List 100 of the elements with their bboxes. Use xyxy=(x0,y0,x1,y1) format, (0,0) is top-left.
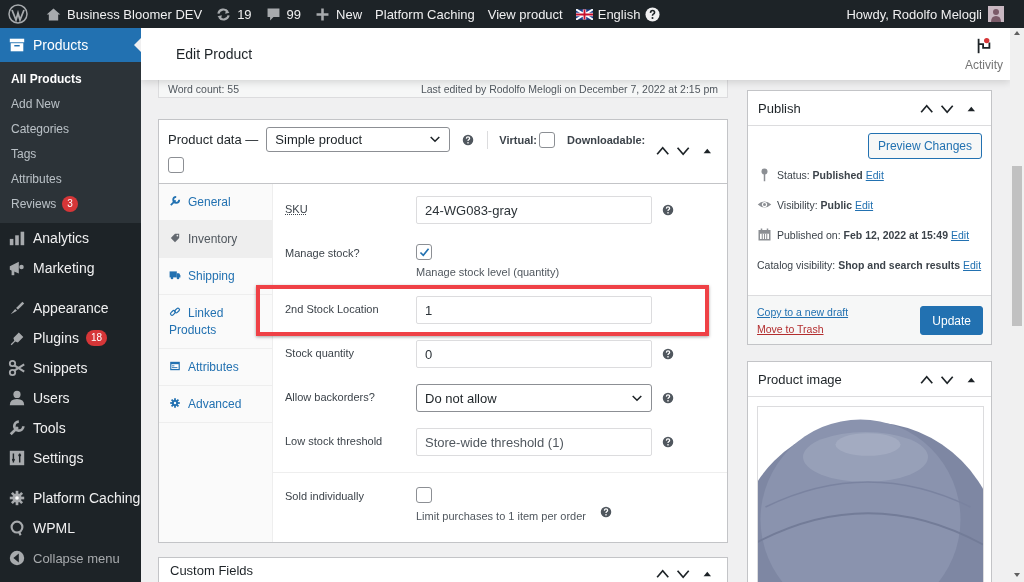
collapse-menu-button[interactable]: Collapse menu xyxy=(33,550,120,566)
checkbox[interactable] xyxy=(416,244,432,260)
bar-chart-icon xyxy=(8,229,26,247)
panel-title: Product image xyxy=(758,371,842,387)
admin-bar-link[interactable]: New xyxy=(336,6,363,22)
megaphone-icon xyxy=(8,259,26,277)
panel-title: Product data — xyxy=(168,132,259,147)
submenu-item[interactable]: Tags xyxy=(11,146,37,161)
text-field[interactable]: 24-WG083-gray xyxy=(416,196,652,224)
admin-bar-link[interactable]: 19 xyxy=(237,6,252,22)
gear-icon xyxy=(8,489,26,507)
tab[interactable]: Attributes xyxy=(159,349,272,386)
text-field[interactable]: 0 xyxy=(416,340,652,368)
text-field[interactable]: Store-wide threshold (1) xyxy=(416,428,652,456)
count-badge: 18 xyxy=(85,330,108,346)
activity-label[interactable]: Activity xyxy=(965,57,1003,72)
admin-bar-link[interactable]: Platform Caching xyxy=(375,6,475,22)
tab[interactable]: Inventory xyxy=(159,221,272,258)
word-count: Word count: 55 xyxy=(168,82,239,95)
person-icon xyxy=(8,389,26,407)
edit-link[interactable]: Edit xyxy=(865,169,884,181)
box-icon xyxy=(8,36,26,54)
publish-info-text: Visibility: Public Edit xyxy=(777,198,874,213)
gear-icon xyxy=(169,397,181,409)
submenu-item[interactable]: Categories xyxy=(11,121,70,136)
help-icon[interactable] xyxy=(462,133,475,146)
admin-bar-link[interactable]: English xyxy=(597,6,641,22)
help-icon[interactable] xyxy=(599,506,612,518)
menu-item[interactable]: Products xyxy=(0,28,141,62)
menu-item[interactable]: Analytics xyxy=(0,223,141,253)
checkbox[interactable] xyxy=(539,131,556,148)
flag-icon[interactable] xyxy=(975,36,993,55)
submenu-item[interactable]: Add New xyxy=(11,96,60,111)
update-button[interactable]: Update xyxy=(920,306,983,335)
caret-icon xyxy=(631,393,643,403)
help-icon[interactable] xyxy=(662,348,674,360)
sliders-icon xyxy=(8,449,26,467)
submenu-item[interactable]: Attributes xyxy=(11,171,62,186)
copy-to-draft-link[interactable]: Copy to a new draft xyxy=(757,306,849,318)
tag-icon xyxy=(169,232,181,244)
field-label: Sold individually xyxy=(285,489,365,504)
virtual-label: Virtual: xyxy=(499,133,538,146)
menu-item[interactable]: Marketing xyxy=(0,253,141,283)
edit-link[interactable]: Edit xyxy=(855,199,874,211)
panel-title: Publish xyxy=(758,100,801,116)
scrollbar-thumb[interactable] xyxy=(1012,166,1022,326)
checkbox[interactable] xyxy=(416,487,432,503)
wrench-icon xyxy=(169,195,181,207)
panel-title: Custom Fields xyxy=(170,563,254,580)
avatar-icon[interactable] xyxy=(988,6,1004,22)
field-label: Stock quantity xyxy=(285,346,356,361)
menu-item[interactable]: Snippets xyxy=(0,353,141,383)
admin-bar-link[interactable]: Business Bloomer DEV xyxy=(67,6,203,22)
caret-icon xyxy=(429,135,442,144)
publish-info-text: Status: Published Edit xyxy=(777,168,884,183)
field-description: Manage stock level (quantity) xyxy=(416,265,560,278)
help-icon[interactable] xyxy=(662,204,674,216)
scissors-icon xyxy=(8,359,26,377)
menu-item[interactable]: WPML xyxy=(0,513,141,543)
publish-info-text: Catalog visibility: Shop and search results Edit xyxy=(757,258,982,273)
preview-changes-button[interactable]: Preview Changes xyxy=(867,133,982,159)
ring-icon xyxy=(8,519,26,537)
field-label: Low stock threshold xyxy=(285,434,384,449)
checkbox[interactable] xyxy=(168,157,184,173)
link-icon xyxy=(169,306,181,318)
tab[interactable]: Advanced xyxy=(159,386,272,423)
menu-item[interactable]: Settings xyxy=(0,443,141,473)
field-description: Limit purchases to 1 item per order xyxy=(416,510,586,522)
wordpress-logo-icon[interactable] xyxy=(8,4,28,24)
submenu-item[interactable]: Reviews xyxy=(11,196,57,211)
edit-link[interactable]: Edit xyxy=(950,229,970,241)
flag-icon xyxy=(575,8,593,20)
submenu-item[interactable]: All Products xyxy=(11,71,82,86)
text-field[interactable]: 1 xyxy=(416,296,652,324)
product-type-select[interactable]: Simple product xyxy=(266,127,451,152)
help-icon[interactable] xyxy=(662,392,674,404)
tab[interactable]: Linked Products xyxy=(159,295,272,349)
menu-item[interactable]: Appearance xyxy=(0,293,141,323)
admin-bar-link[interactable]: 99 xyxy=(286,6,302,22)
help-icon[interactable] xyxy=(645,6,661,22)
menu-item[interactable]: Users xyxy=(0,383,141,413)
tab[interactable]: Shipping xyxy=(159,258,272,295)
publish-info-text: Published on: Feb 12, 2022 at 15:49 Edit xyxy=(777,228,970,243)
move-to-trash-link[interactable]: Move to Trash xyxy=(757,323,849,335)
field-label: Allow backorders? xyxy=(285,390,376,405)
menu-item[interactable]: Platform Caching xyxy=(0,483,141,513)
dropdown[interactable]: Do not allow xyxy=(416,384,652,412)
edit-link[interactable]: Edit xyxy=(963,259,982,271)
menu-item[interactable]: Plugins 18 xyxy=(0,323,141,353)
greeting-link[interactable]: Howdy, Rodolfo Melogli xyxy=(846,6,982,22)
page-title: Edit Product xyxy=(176,46,253,62)
help-icon[interactable] xyxy=(662,436,674,448)
list-icon xyxy=(169,360,181,372)
last-edited-text: Last edited by Rodolfo Melogli on December 7, 2022 at 2:15 pm xyxy=(420,82,718,95)
menu-item[interactable]: Tools xyxy=(0,413,141,443)
admin-bar-link[interactable]: View product xyxy=(487,6,563,22)
paintbrush-icon xyxy=(8,299,26,317)
collapse-icon[interactable] xyxy=(8,549,26,567)
wrench-icon xyxy=(8,419,26,437)
count-badge: 3 xyxy=(62,195,78,212)
